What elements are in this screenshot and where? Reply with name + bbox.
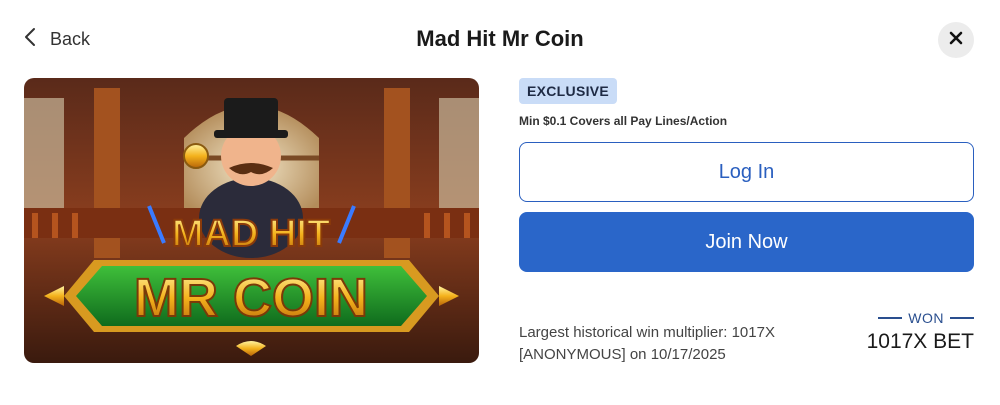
won-label: WON bbox=[908, 310, 944, 326]
game-artwork: MAD HIT MR COIN bbox=[24, 78, 479, 363]
win-stats: Largest historical win multiplier: 1017X… bbox=[519, 322, 775, 366]
close-button[interactable] bbox=[938, 22, 974, 58]
exclusive-badge: EXCLUSIVE bbox=[519, 78, 618, 104]
join-now-button[interactable]: Join Now bbox=[519, 212, 974, 272]
multiplier-text: Largest historical win multiplier: 1017X bbox=[519, 324, 775, 341]
won-summary: WON 1017X BET bbox=[867, 310, 974, 354]
page-title: Mad Hit Mr Coin bbox=[416, 26, 584, 51]
divider bbox=[950, 317, 974, 319]
won-label-row: WON bbox=[867, 310, 974, 326]
min-bet-text: Min $0.1 Covers all Pay Lines/Action bbox=[519, 114, 728, 128]
chevron-left-icon bbox=[24, 27, 36, 52]
close-icon bbox=[949, 31, 963, 50]
divider bbox=[878, 317, 903, 319]
art-title-top: MAD HIT bbox=[172, 213, 330, 255]
art-title-bottom: MR COIN bbox=[134, 268, 368, 328]
back-button[interactable]: Back bbox=[24, 27, 90, 52]
login-button[interactable]: Log In bbox=[519, 142, 974, 202]
won-value: 1017X BET bbox=[866, 330, 974, 353]
winner-text: [ANONYMOUS] on 10/17/2025 bbox=[519, 346, 726, 363]
back-label: Back bbox=[50, 29, 91, 49]
game-thumbnail[interactable]: MAD HIT MR COIN bbox=[24, 78, 479, 363]
